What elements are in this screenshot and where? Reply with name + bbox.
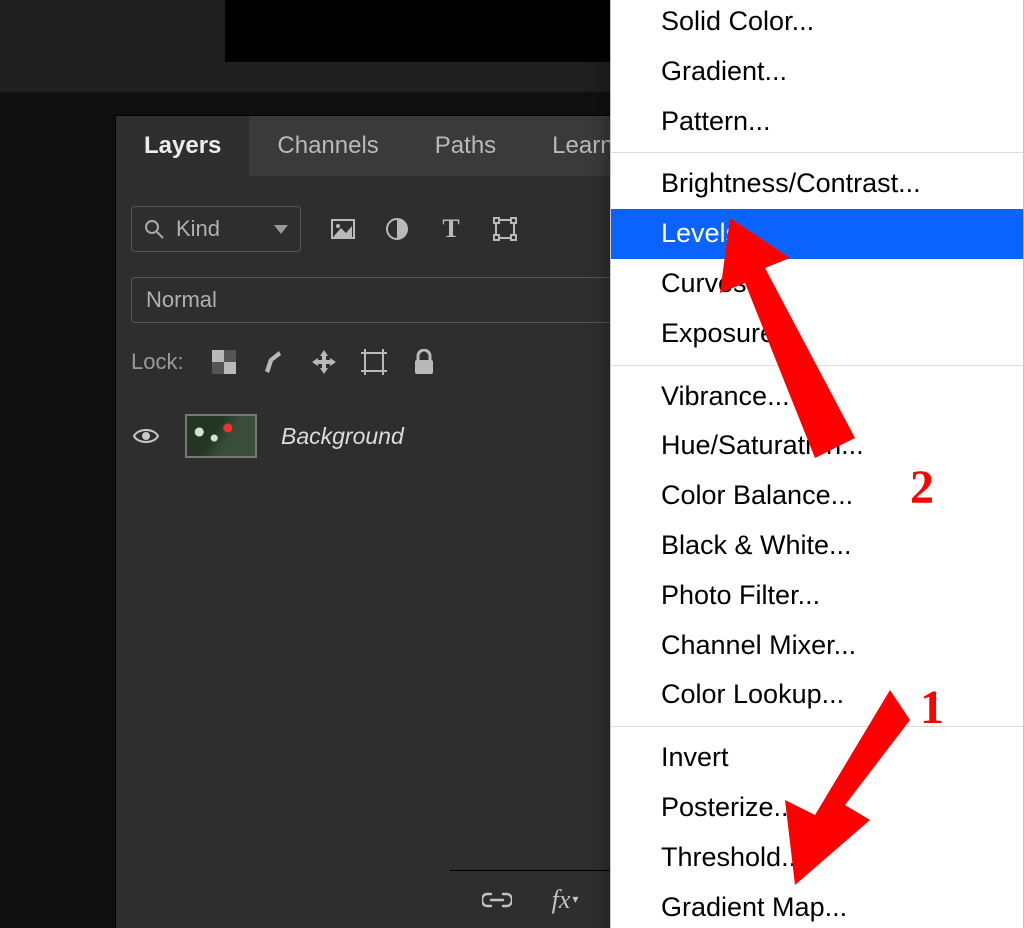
tab-paths[interactable]: Paths xyxy=(407,116,524,176)
filter-shape-icon[interactable] xyxy=(491,215,519,243)
blend-mode-value: Normal xyxy=(146,287,217,313)
layer-name[interactable]: Background xyxy=(281,423,404,450)
tab-layers[interactable]: Layers xyxy=(116,116,249,176)
annotation-number-1: 1 xyxy=(920,680,944,735)
menu-pattern[interactable]: Pattern... xyxy=(611,97,1023,147)
annotation-arrow-2 xyxy=(720,208,900,488)
menu-solid-color[interactable]: Solid Color... xyxy=(611,0,1023,47)
menu-black-white[interactable]: Black & White... xyxy=(611,521,1023,571)
lock-position-icon[interactable] xyxy=(310,348,338,376)
filter-type-icons: T xyxy=(329,215,519,243)
kind-label: Kind xyxy=(176,216,220,242)
annotation-number-2: 2 xyxy=(910,460,934,515)
annotation-arrow-1 xyxy=(760,690,920,890)
lock-transparency-icon[interactable] xyxy=(210,348,238,376)
chevron-down-icon xyxy=(274,225,288,234)
filter-type-icon[interactable]: T xyxy=(437,215,465,243)
lock-all-icon[interactable] xyxy=(410,348,438,376)
layer-fx-icon[interactable]: fx▾ xyxy=(548,883,582,917)
tab-channels[interactable]: Channels xyxy=(249,116,406,176)
visibility-eye-icon[interactable] xyxy=(131,421,161,451)
menu-channel-mixer[interactable]: Channel Mixer... xyxy=(611,621,1023,671)
layer-kind-select[interactable]: Kind xyxy=(131,206,301,252)
layer-thumbnail[interactable] xyxy=(185,414,257,458)
lock-artboard-icon[interactable] xyxy=(360,348,388,376)
filter-adjustment-icon[interactable] xyxy=(383,215,411,243)
lock-icons xyxy=(210,348,438,376)
lock-label: Lock: xyxy=(131,349,184,375)
menu-photo-filter[interactable]: Photo Filter... xyxy=(611,571,1023,621)
link-layers-icon[interactable] xyxy=(480,883,514,917)
menu-brightness-contrast[interactable]: Brightness/Contrast... xyxy=(611,159,1023,209)
lock-pixels-icon[interactable] xyxy=(260,348,288,376)
filter-pixel-icon[interactable] xyxy=(329,215,357,243)
search-icon xyxy=(144,219,164,239)
menu-gradient[interactable]: Gradient... xyxy=(611,47,1023,97)
document-canvas[interactable] xyxy=(225,0,610,62)
